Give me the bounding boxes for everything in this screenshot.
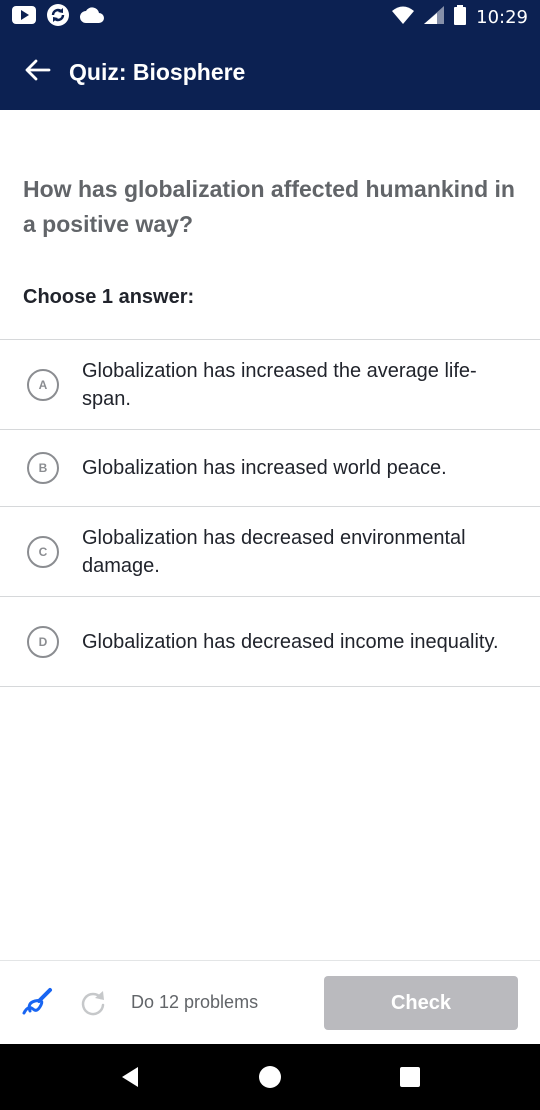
choose-answer-label: Choose 1 answer: bbox=[23, 286, 195, 308]
question-text: How has globalization affected humankind… bbox=[23, 176, 515, 237]
choice-letter-d: D bbox=[27, 625, 59, 658]
wifi-icon bbox=[392, 6, 415, 29]
signal-icon bbox=[424, 5, 445, 29]
app-bar: Quiz: Biosphere bbox=[0, 34, 540, 110]
choice-letter-a: A bbox=[27, 368, 59, 401]
back-button[interactable] bbox=[0, 34, 76, 110]
youtube-icon bbox=[12, 5, 36, 29]
choice-letter-b: B bbox=[27, 452, 59, 484]
choice-d[interactable]: D Globalization has decreased income ine… bbox=[0, 597, 540, 687]
bottom-action-bar: Do 12 problems Check bbox=[0, 960, 540, 1044]
choice-text-a: Globalization has increased the average … bbox=[82, 359, 477, 410]
problem-count: Do 12 problems bbox=[131, 992, 259, 1012]
sync-icon bbox=[46, 3, 70, 32]
redo-icon[interactable] bbox=[79, 989, 107, 1017]
system-nav-bar bbox=[0, 1044, 540, 1110]
status-time: 10:29 bbox=[476, 6, 528, 28]
choice-a[interactable]: A Globalization has increased the averag… bbox=[0, 340, 540, 430]
nav-home-icon[interactable] bbox=[248, 1055, 292, 1099]
cloud-icon bbox=[80, 6, 104, 28]
page-title: Quiz: Biosphere bbox=[69, 58, 246, 85]
choice-c[interactable]: C Globalization has decreased environmen… bbox=[0, 507, 540, 597]
nav-back-icon[interactable] bbox=[108, 1055, 152, 1099]
choice-letter-c: C bbox=[27, 535, 59, 568]
choice-text-b: Globalization has increased world peace. bbox=[82, 457, 447, 479]
battery-icon bbox=[454, 4, 467, 30]
scratchpad-icon[interactable] bbox=[21, 987, 53, 1019]
status-bar: 10:29 bbox=[0, 0, 540, 34]
check-button[interactable]: Check bbox=[324, 976, 518, 1030]
choice-text-c: Globalization has decreased environmenta… bbox=[82, 526, 466, 577]
answer-choices: A Globalization has increased the averag… bbox=[0, 339, 540, 687]
choice-text-d: Globalization has decreased income inequ… bbox=[82, 630, 499, 653]
choice-b[interactable]: B Globalization has increased world peac… bbox=[0, 430, 540, 507]
nav-recents-icon[interactable] bbox=[388, 1055, 432, 1099]
arrow-left-icon bbox=[25, 59, 51, 86]
